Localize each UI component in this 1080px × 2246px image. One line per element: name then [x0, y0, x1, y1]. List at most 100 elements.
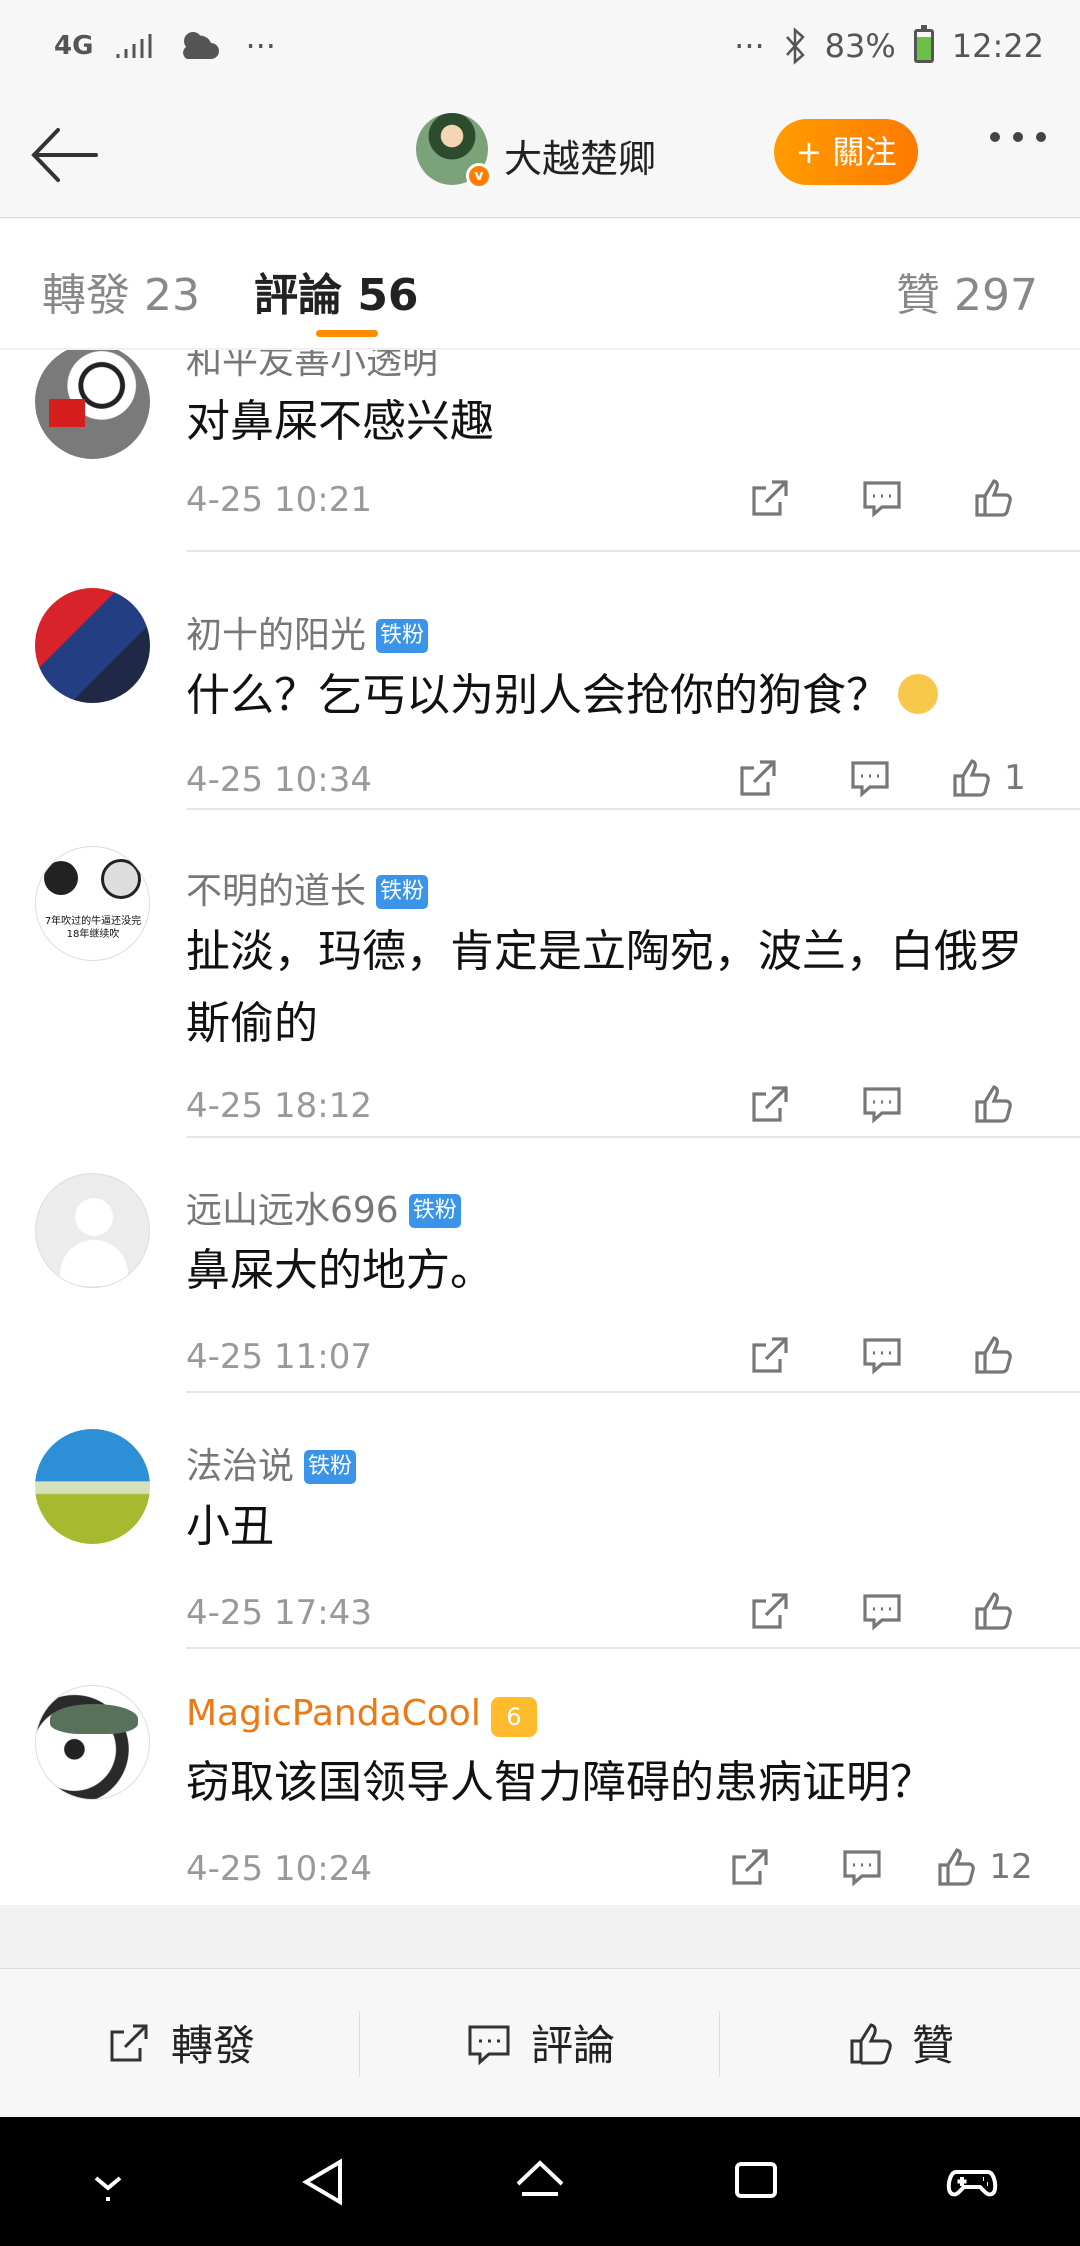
default-avatar-head [75, 1198, 113, 1236]
share-button[interactable] [714, 1325, 826, 1385]
share-icon [752, 480, 788, 516]
fan-badge: 铁粉 [376, 619, 429, 653]
game-controller-icon[interactable] [944, 2154, 1000, 2210]
bottom-comment-button[interactable]: 評論 [360, 1969, 720, 2116]
notification-pull-down-icon[interactable] [80, 2154, 136, 2210]
comment-time: 4-25 18:12 [186, 1086, 372, 1126]
comment-item[interactable]: MagicPandaCool 6 窃取该国领导人智力障碍的患病证明？ 4-25 1… [0, 1649, 1080, 1905]
comment-avatar[interactable] [35, 1685, 150, 1800]
comment-time: 4-25 10:24 [186, 1849, 372, 1889]
like-button[interactable] [938, 1581, 1050, 1641]
bottom-like-button[interactable]: 贊 [720, 1969, 1080, 2116]
comment-time: 4-25 17:43 [186, 1593, 372, 1633]
fan-badge: 铁粉 [304, 1450, 357, 1484]
comment-avatar[interactable] [35, 1429, 150, 1544]
bottom-repost-button[interactable]: 轉發 [0, 1969, 360, 2116]
thumbs-up-icon [975, 1085, 1012, 1123]
profile-name[interactable]: 大越楚卿 [504, 128, 656, 183]
status-dots: ··· [245, 27, 276, 65]
follow-button[interactable]: + 關注 [774, 119, 918, 185]
share-button[interactable] [694, 1837, 806, 1897]
system-home-icon[interactable] [512, 2154, 568, 2210]
avatar-face-right [101, 859, 141, 899]
like-button[interactable] [938, 468, 1050, 528]
panda-cap [50, 1704, 138, 1734]
share-button[interactable] [714, 1074, 826, 1134]
thumbs-up-icon [938, 1848, 976, 1886]
comment-item[interactable]: 初十的阳光 铁粉 什么？乞丐以为别人会抢你的狗食？ 4-25 10:34 1 [0, 552, 1080, 810]
recent-apps-icon[interactable] [728, 2154, 784, 2210]
status-left: 4G ··· [54, 27, 276, 65]
reply-button[interactable] [826, 1325, 938, 1385]
comment-text: 小丑 [186, 1501, 274, 1552]
avatar-face-left [44, 861, 78, 895]
comment-username[interactable]: 不明的道长 铁粉 [186, 862, 429, 914]
thumbs-up-icon [975, 479, 1012, 517]
profile-avatar[interactable]: v [416, 113, 492, 189]
comment-item[interactable]: 7年吹过的牛逼还没完 18年继续吹 不明的道长 铁粉 扯淡，玛德，肯定是立陶宛，波兰… [0, 810, 1080, 1138]
like-button[interactable] [938, 1074, 1050, 1134]
comment-avatar[interactable] [35, 1173, 150, 1288]
thumbs-up-icon [850, 2022, 892, 2064]
comment-icon [863, 1338, 901, 1375]
comment-avatar[interactable] [35, 588, 150, 703]
fan-badge: 铁粉 [376, 875, 429, 909]
comment-time: 4-25 10:34 [186, 760, 372, 800]
comment-username[interactable]: 远山远水696 铁粉 [186, 1181, 461, 1233]
comment-actions: 12 [694, 1837, 1050, 1897]
like-button[interactable]: 12 [918, 1837, 1050, 1897]
system-navigation-bar [0, 2117, 1080, 2246]
tab-reposts[interactable]: 轉發 23 [42, 259, 200, 323]
like-button[interactable] [938, 1325, 1050, 1385]
reply-button[interactable] [814, 748, 926, 808]
comment-username[interactable]: 和平友善小透明 [186, 350, 438, 384]
default-avatar-body [60, 1240, 128, 1286]
share-button[interactable] [702, 748, 814, 808]
comment-list[interactable]: 和平友善小透明 对鼻屎不感兴趣 4-25 10:21 初十的阳光 铁粉 什么？乞丐… [0, 350, 1080, 1905]
share-button[interactable] [714, 468, 826, 528]
like-count: 12 [989, 1847, 1033, 1887]
comment-avatar[interactable] [35, 350, 150, 459]
verified-badge-icon: v [466, 163, 492, 189]
weibo-comments-screen: 4G ··· ··· 83% 12:22 v 大越楚卿 + 關注 轉發 23 評… [0, 0, 1080, 2246]
more-menu-icon[interactable] [990, 132, 1046, 142]
thumbs-up-icon [975, 1592, 1012, 1630]
system-back-icon[interactable] [296, 2154, 352, 2210]
comment-avatar[interactable]: 7年吹过的牛逼还没完 18年继续吹 [35, 846, 150, 961]
comment-icon [863, 1594, 901, 1631]
comment-username[interactable]: 初十的阳光 铁粉 [186, 606, 429, 658]
comment-item[interactable]: 法治说 铁粉 小丑 4-25 17:43 [0, 1393, 1080, 1649]
clock: 12:22 [951, 27, 1044, 65]
comment-actions [714, 468, 1050, 528]
reply-button[interactable] [806, 1837, 918, 1897]
status-bar: 4G ··· ··· 83% 12:22 [0, 0, 1080, 92]
comment-item[interactable]: 远山远水696 铁粉 鼻屎大的地方。 4-25 11:07 [0, 1137, 1080, 1393]
comment-icon [468, 2025, 510, 2065]
comment-username[interactable]: 法治说 铁粉 [186, 1437, 357, 1489]
post-tabs: 轉發 23 評論 56 贊 297 [0, 219, 1080, 349]
like-button[interactable]: 1 [926, 748, 1050, 808]
tab-likes[interactable]: 贊 297 [896, 259, 1038, 323]
bottom-action-bar: 轉發 評論 贊 [0, 1968, 1080, 2116]
comment-actions: 1 [702, 748, 1050, 808]
reply-button[interactable] [826, 1074, 938, 1134]
comment-item[interactable]: 和平友善小透明 对鼻屎不感兴趣 4-25 10:21 [0, 350, 1080, 552]
share-icon [752, 1593, 788, 1629]
comment-time: 4-25 11:07 [186, 1337, 372, 1377]
comment-time: 4-25 10:21 [186, 480, 372, 520]
comment-username[interactable]: MagicPandaCool 6 [186, 1693, 537, 1737]
bottom-like-label: 贊 [911, 2021, 954, 2070]
share-icon [752, 1337, 788, 1373]
top-navigation: v 大越楚卿 + 關注 [0, 92, 1080, 218]
reply-button[interactable] [826, 468, 938, 528]
comment-actions [714, 1074, 1050, 1134]
comment-icon [843, 1850, 881, 1887]
battery-percent: 83% [824, 27, 896, 65]
share-button[interactable] [714, 1581, 826, 1641]
weather-icon [183, 32, 220, 59]
tab-comments[interactable]: 評論 56 [254, 259, 419, 323]
share-icon [732, 1849, 768, 1885]
back-arrow-icon[interactable] [24, 120, 104, 190]
comment-icon [863, 481, 901, 518]
reply-button[interactable] [826, 1581, 938, 1641]
